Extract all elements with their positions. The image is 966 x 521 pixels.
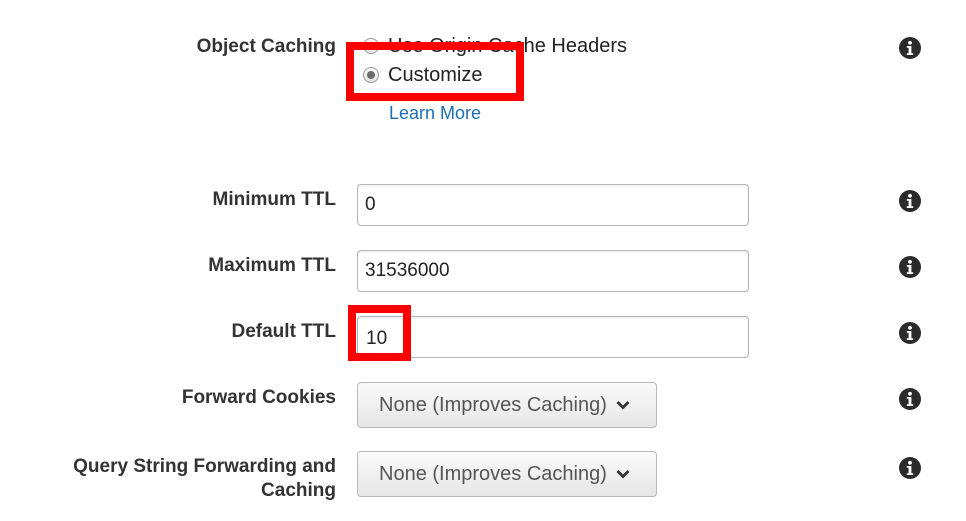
info-circle-icon[interactable] — [898, 36, 922, 60]
radio-label-customize: Customize — [388, 63, 483, 86]
info-circle-icon[interactable] — [898, 255, 922, 279]
object-caching-label: Object Caching — [196, 36, 336, 57]
chevron-down-icon — [616, 400, 630, 410]
info-circle-icon[interactable] — [898, 189, 922, 213]
query-string-label-line1: Query String Forwarding and — [73, 456, 336, 477]
maximum-ttl-label: Maximum TTL — [208, 255, 336, 276]
maximum-ttl-input[interactable] — [357, 250, 749, 292]
query-string-selected: None (Improves Caching) — [379, 462, 607, 485]
query-string-label-line2: Caching — [261, 480, 336, 501]
minimum-ttl-label: Minimum TTL — [212, 189, 336, 210]
info-circle-icon[interactable] — [898, 387, 922, 411]
info-circle-icon[interactable] — [898, 321, 922, 345]
query-string-select[interactable]: None (Improves Caching) — [357, 451, 657, 497]
learn-more-link[interactable]: Learn More — [389, 101, 481, 125]
forward-cookies-label: Forward Cookies — [181, 387, 336, 408]
radio-button-unchecked[interactable] — [363, 38, 379, 54]
forward-cookies-selected: None (Improves Caching) — [379, 393, 607, 416]
info-circle-icon[interactable] — [898, 456, 922, 480]
radio-use-origin-cache-headers[interactable]: Use Origin Cache Headers — [363, 33, 627, 59]
default-ttl-label: Default TTL — [231, 321, 337, 342]
forward-cookies-select[interactable]: None (Improves Caching) — [357, 382, 657, 428]
radio-label-use-origin-cache-headers: Use Origin Cache Headers — [388, 34, 627, 57]
radio-button-checked[interactable] — [363, 67, 379, 83]
default-ttl-input[interactable] — [357, 316, 749, 358]
minimum-ttl-input[interactable] — [357, 184, 749, 226]
radio-customize[interactable]: Customize — [363, 62, 482, 88]
chevron-down-icon — [616, 469, 630, 479]
query-string-label: Query String Forwarding and Caching — [0, 455, 336, 503]
